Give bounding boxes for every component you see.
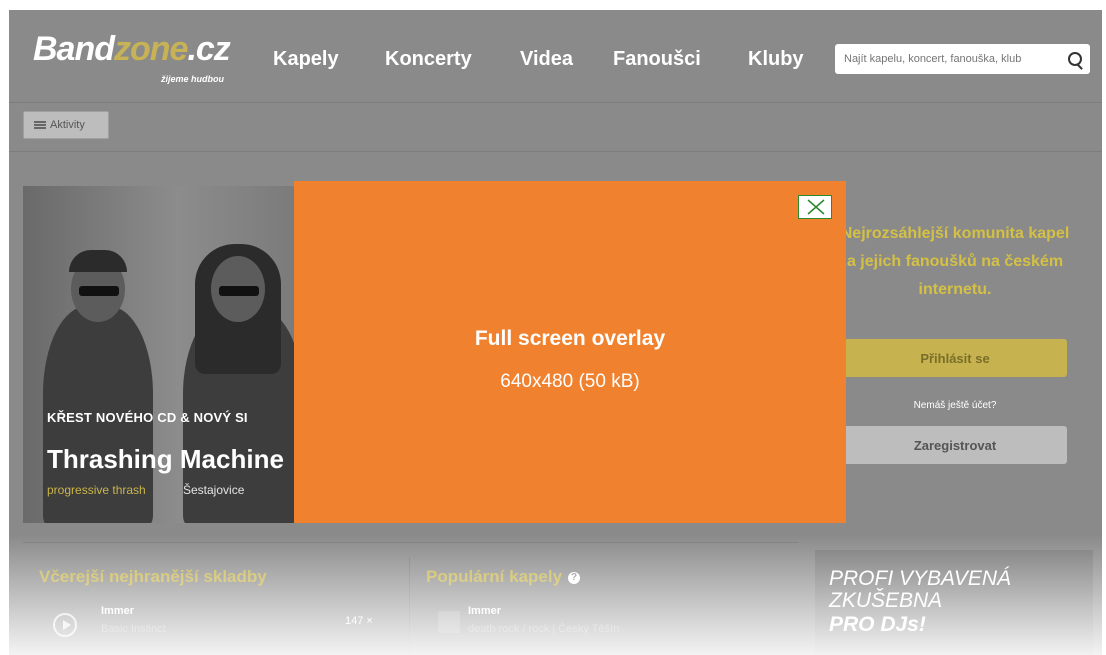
login-panel: Nejrozsáhlejší komunita kapel a jejich f…: [817, 186, 1092, 523]
track-play-count: 147 ×: [345, 615, 373, 627]
fullscreen-overlay-ad[interactable]: Full screen overlay 640x480 (50 kB): [294, 181, 846, 523]
search-box: [835, 44, 1090, 74]
band-thumbnail[interactable]: [438, 611, 460, 633]
column-divider: [409, 557, 410, 655]
site-logo[interactable]: Bandzone.cz: [33, 32, 231, 66]
close-button[interactable]: [798, 195, 832, 219]
hero-photo-hair: [69, 250, 127, 272]
logo-tagline: žijeme hudbou: [161, 74, 224, 84]
top-tracks-title[interactable]: Včerejší nejhranější skladby: [39, 567, 267, 587]
ad-line-2: ZKUŠEBNA: [829, 589, 943, 612]
bottom-sections: Včerejší nejhranější skladby Immer Basic…: [23, 542, 798, 655]
hero-photo-glasses: [79, 286, 119, 296]
ad-line-1: PROFI VYBAVENÁ: [829, 567, 1012, 590]
list-icon: [34, 121, 46, 129]
activity-label: Aktivity: [50, 119, 85, 131]
track-name[interactable]: Basic Instinct: [101, 623, 166, 635]
hero-title[interactable]: Thrashing Machine: [47, 444, 284, 475]
overlay-subtitle: 640x480 (50 kB): [500, 371, 640, 392]
close-icon: [807, 199, 825, 215]
community-tagline: Nejrozsáhlejší komunita kapel a jejich f…: [840, 225, 1070, 298]
hero-subtitle: KŘEST NOVÉHO CD & NOVÝ SI: [47, 410, 248, 425]
ad-banner[interactable]: PROFI VYBAVENÁ ZKUŠEBNA PRO DJs!: [815, 550, 1093, 655]
help-icon[interactable]: ?: [568, 571, 581, 584]
hero-photo-glasses: [219, 286, 259, 296]
nav-fanousci[interactable]: Fanoušci: [613, 48, 701, 71]
overlay-title: Full screen overlay: [474, 327, 666, 350]
popular-bands-title[interactable]: Populární kapely?: [426, 567, 581, 587]
track-artist[interactable]: Immer: [101, 605, 134, 617]
sub-toolbar: Aktivity: [9, 103, 1102, 152]
play-icon[interactable]: [53, 613, 77, 637]
activity-button[interactable]: Aktivity: [23, 111, 109, 139]
register-button[interactable]: Zaregistrovat: [843, 426, 1067, 464]
popular-band-info: death rock / rock | Český Těšín: [468, 623, 620, 635]
no-account-text: Nemáš ještě účet?: [913, 400, 997, 411]
login-button[interactable]: Přihlásit se: [843, 339, 1067, 377]
hero-place: Šestajovice: [183, 483, 245, 497]
nav-kluby[interactable]: Kluby: [748, 48, 804, 71]
hero-genre[interactable]: progressive thrash: [47, 483, 146, 497]
nav-koncerty[interactable]: Koncerty: [385, 48, 472, 71]
search-icon[interactable]: [1068, 52, 1082, 66]
popular-band-name[interactable]: Immer: [468, 605, 501, 617]
site-header: Bandzone.cz žijeme hudbou Kapely Koncert…: [9, 10, 1102, 103]
page-frame: Bandzone.cz žijeme hudbou Kapely Koncert…: [9, 10, 1102, 655]
nav-videa[interactable]: Videa: [520, 48, 573, 71]
nav-kapely[interactable]: Kapely: [273, 48, 339, 71]
ad-line-3: PRO DJs!: [829, 613, 926, 636]
search-input[interactable]: [835, 44, 1064, 74]
